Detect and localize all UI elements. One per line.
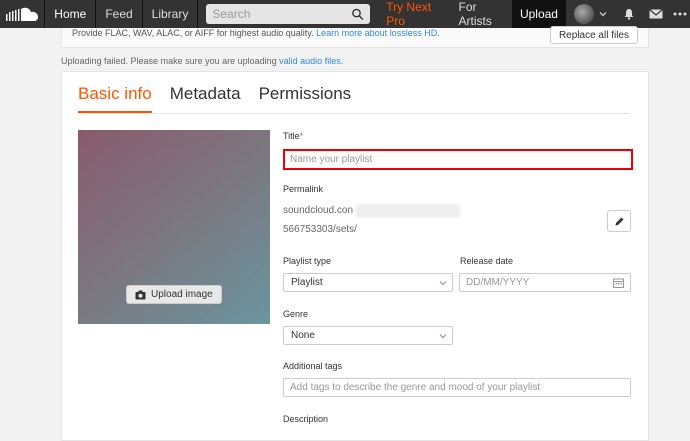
genre-select[interactable]: None [283,326,453,345]
tab-permissions[interactable]: Permissions [259,84,352,113]
try-next-pro-link[interactable]: Try Next Pro [378,0,450,28]
description-label: Description [283,414,329,424]
envelope-icon [649,9,664,19]
more-button[interactable] [670,0,690,28]
camera-icon [135,290,146,299]
chevron-down-icon [439,281,447,286]
search-input[interactable] [212,7,352,21]
edit-permalink-button[interactable] [607,210,631,232]
valid-audio-files-link[interactable]: valid audio files. [279,56,343,66]
release-date-placeholder: DD/MM/YYYY [466,277,530,288]
upload-image-label: Upload image [151,289,213,300]
tab-metadata[interactable]: Metadata [170,84,241,113]
bell-icon [624,9,634,20]
banner-message: Provide FLAC, WAV, ALAC, or AIFF for hig… [72,28,314,38]
playlist-type-select[interactable]: Playlist [283,273,453,292]
soundcloud-logo[interactable] [0,0,46,28]
upload-form-card: Basic info Metadata Permissions Upload i… [61,71,649,441]
upload-image-button[interactable]: Upload image [126,285,222,304]
user-menu[interactable] [566,0,616,28]
additional-tags-label: Additional tags [283,361,343,371]
messages-button[interactable] [643,0,670,28]
title-input[interactable] [283,149,633,170]
replace-all-files-button[interactable]: Replace all files [549,26,638,44]
right-links: Try Next Pro For Artists Upload [378,0,690,28]
notifications-button[interactable] [616,0,643,28]
top-navigation-bar: Home Feed Library Try Next Pro For Artis… [0,0,690,28]
playlist-type-value: Playlist [291,277,323,288]
form-tabs: Basic info Metadata Permissions [78,84,630,114]
upload-link[interactable]: Upload [511,0,566,28]
title-label-text: Title [283,131,300,141]
permalink-label: Permalink [283,184,324,194]
upload-failed-notice: Uploading failed. Please make sure you a… [61,56,343,66]
search-box [206,4,371,24]
additional-tags-input[interactable]: Add tags to describe the genre and mood … [283,378,631,397]
required-asterisk: * [299,131,304,141]
release-date-label: Release date [460,256,514,266]
tab-basic-info[interactable]: Basic info [78,84,152,113]
notice-text: Uploading failed. Please make sure you a… [61,56,277,66]
nav-feed[interactable]: Feed [96,0,143,28]
genre-value: None [291,330,315,341]
avatar [573,4,594,24]
genre-label: Genre [283,309,309,319]
permalink-line-2: 566753303/sets/ [283,224,357,235]
nav-library[interactable]: Library [143,0,199,28]
pencil-icon [615,217,623,225]
playlist-artwork: Upload image [78,130,270,324]
calendar-icon [613,278,624,288]
chevron-down-icon [599,12,607,17]
for-artists-link[interactable]: For Artists [451,0,512,28]
soundcloud-cloud-icon [6,7,39,21]
playlist-type-label: Playlist type [283,256,332,266]
nav-home[interactable]: Home [45,0,97,28]
permalink-redacted [356,204,460,218]
title-label: Title* [283,131,303,141]
release-date-input[interactable]: DD/MM/YYYY [459,273,631,292]
banner-text: Provide FLAC, WAV, ALAC, or AIFF for hig… [72,28,440,38]
lossless-banner: Provide FLAC, WAV, ALAC, or AIFF for hig… [61,26,649,48]
more-dots-icon [673,12,687,16]
search-icon[interactable] [351,7,364,21]
tags-placeholder: Add tags to describe the genre and mood … [290,382,541,393]
permalink-line-1: soundcloud.con [283,205,354,216]
learn-more-link[interactable]: Learn more about lossless HD. [316,28,440,38]
chevron-down-icon [439,334,447,339]
